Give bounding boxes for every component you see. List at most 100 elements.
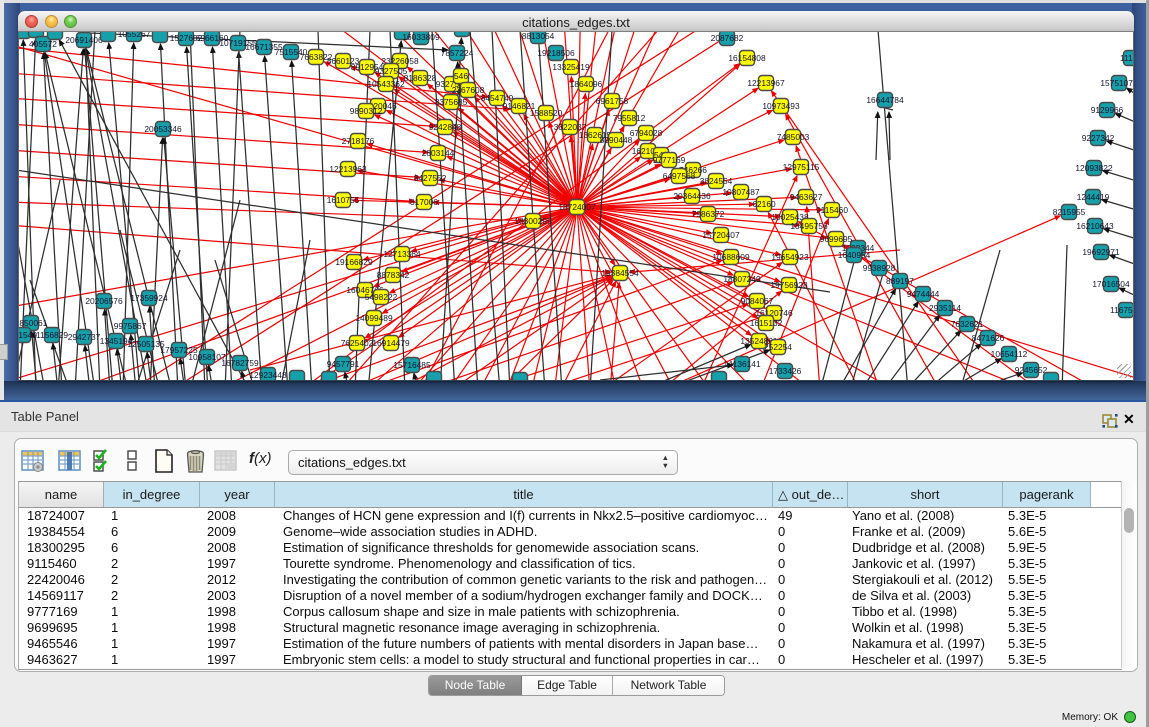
svg-text:391549: 391549 [19, 330, 37, 340]
svg-text:1156829: 1156829 [36, 330, 68, 340]
svg-text:10973493: 10973493 [762, 101, 800, 111]
svg-text:14099489: 14099489 [355, 313, 393, 323]
svg-text:2942737: 2942737 [68, 332, 101, 342]
svg-text:7986372: 7986372 [692, 209, 725, 219]
svg-text:9115460: 9115460 [816, 205, 848, 215]
svg-text:10807487: 10807487 [722, 187, 760, 197]
svg-text:405572: 405572 [29, 39, 57, 49]
svg-text:7857224: 7857224 [441, 48, 474, 58]
svg-text:9463627: 9463627 [790, 192, 823, 202]
svg-text:15716485: 15716485 [393, 360, 431, 370]
svg-text:18300295: 18300295 [514, 216, 552, 226]
svg-text:16914479: 16914479 [372, 338, 410, 348]
svg-text:20364436: 20364436 [673, 191, 711, 201]
svg-text:817006: 817006 [410, 197, 438, 207]
svg-text:1610755: 1610755 [327, 195, 360, 205]
svg-text:2718176: 2718176 [342, 136, 375, 146]
svg-text:12923448: 12923448 [249, 370, 287, 380]
svg-text:9457791: 9457791 [327, 359, 360, 369]
svg-text:16782759: 16782759 [221, 358, 259, 368]
svg-text:12213963: 12213963 [329, 164, 367, 174]
svg-text:19692971: 19692971 [1082, 247, 1120, 257]
svg-text:17359924: 17359924 [130, 293, 168, 303]
svg-text:3824554: 3824554 [700, 176, 733, 186]
svg-text:9129966: 9129966 [1091, 105, 1124, 115]
svg-text:2087682: 2087682 [711, 33, 744, 43]
svg-text:8471626: 8471626 [972, 333, 1005, 343]
svg-text:8813054: 8813054 [522, 32, 555, 41]
svg-text:889197: 889197 [886, 276, 914, 286]
svg-text:1640954: 1640954 [838, 250, 871, 260]
svg-text:9084067: 9084067 [741, 296, 774, 306]
svg-text:1055267: 1055267 [118, 32, 151, 39]
svg-text:15751074: 15751074 [1100, 78, 1133, 88]
svg-text:9975867: 9975867 [114, 321, 147, 331]
svg-text:6961758: 6961758 [596, 96, 629, 106]
svg-text:8186328: 8186328 [404, 73, 437, 83]
svg-text:9245652: 9245652 [1015, 365, 1048, 375]
svg-text:252254: 252254 [764, 342, 792, 352]
svg-text:11124: 11124 [1120, 53, 1133, 63]
svg-text:2935114: 2935114 [929, 303, 961, 313]
svg-text:16210643: 16210643 [1076, 221, 1114, 231]
svg-text:17016504: 17016504 [1092, 279, 1130, 289]
svg-text:546: 546 [454, 71, 468, 81]
svg-text:8427552: 8427552 [414, 173, 447, 183]
svg-text:14136141: 14136141 [723, 359, 761, 369]
svg-text:10958107: 10958107 [188, 352, 226, 362]
svg-text:13325419: 13325419 [552, 62, 590, 72]
svg-text:6497568: 6497568 [663, 171, 696, 181]
svg-text:19384554: 19384554 [601, 268, 639, 278]
svg-text:1588520: 1588520 [530, 108, 563, 118]
svg-text:19756928: 19756928 [770, 280, 808, 290]
svg-text:18724007: 18724007 [558, 202, 596, 212]
svg-text:2367608: 2367608 [452, 85, 485, 95]
svg-text:1615132: 1615132 [750, 318, 783, 328]
svg-text:9474444: 9474444 [907, 289, 940, 299]
svg-text:20053346: 20053346 [144, 124, 182, 134]
svg-text:8990448: 8990448 [600, 135, 633, 145]
svg-text:9242848: 9242848 [429, 122, 462, 132]
svg-text:12975115: 12975115 [783, 162, 820, 172]
svg-text:7625402: 7625402 [341, 338, 374, 348]
svg-text:20691406: 20691406 [65, 35, 103, 45]
svg-text:1244419: 1244419 [1077, 192, 1110, 202]
svg-text:7485003: 7485003 [777, 132, 810, 142]
svg-text:9890312: 9890312 [350, 106, 383, 116]
svg-text:20206576: 20206576 [85, 296, 123, 306]
svg-text:8215955: 8215955 [1053, 207, 1086, 217]
svg-text:16033809: 16033809 [402, 32, 440, 42]
svg-text:12093822: 12093822 [1075, 163, 1113, 173]
svg-text:8375685: 8375685 [435, 97, 468, 107]
svg-text:9699695: 9699695 [820, 234, 853, 244]
svg-text:12213967: 12213967 [747, 78, 785, 88]
svg-text:16154808: 16154808 [728, 53, 766, 63]
svg-text:9327505: 9327505 [375, 66, 408, 76]
svg-text:12505135: 12505135 [127, 339, 165, 349]
svg-text:18495756: 18495756 [790, 221, 828, 231]
svg-text:6794028: 6794028 [630, 128, 663, 138]
svg-text:19654923: 19654923 [771, 252, 809, 262]
svg-text:9938928: 9938928 [863, 263, 896, 273]
svg-text:15720407: 15720407 [702, 230, 740, 240]
svg-text:10654112: 10654112 [991, 349, 1028, 359]
svg-text:1864096: 1864096 [570, 79, 603, 89]
svg-text:9227342: 9227342 [1082, 133, 1115, 143]
svg-text:10543362: 10543362 [367, 79, 405, 89]
svg-text:9777169: 9777169 [653, 155, 686, 165]
svg-text:1733426: 1733426 [769, 366, 802, 376]
svg-text:8878342: 8878342 [377, 270, 410, 280]
svg-text:19218506: 19218506 [537, 48, 575, 58]
svg-text:1167533: 1167533 [1110, 305, 1133, 315]
svg-text:62160: 62160 [752, 199, 776, 209]
svg-text:2803144: 2803144 [422, 148, 455, 158]
svg-text:7632621: 7632621 [951, 319, 984, 329]
svg-text:19166829: 19166829 [335, 257, 373, 267]
svg-text:8850061: 8850061 [19, 318, 48, 328]
svg-text:10688609: 10688609 [712, 252, 750, 262]
svg-text:18807249: 18807249 [723, 274, 761, 284]
svg-text:12713364: 12713364 [383, 249, 421, 259]
svg-text:16644784: 16644784 [866, 95, 904, 105]
svg-text:7955812: 7955812 [613, 113, 646, 123]
svg-text:5498222: 5498222 [365, 292, 398, 302]
